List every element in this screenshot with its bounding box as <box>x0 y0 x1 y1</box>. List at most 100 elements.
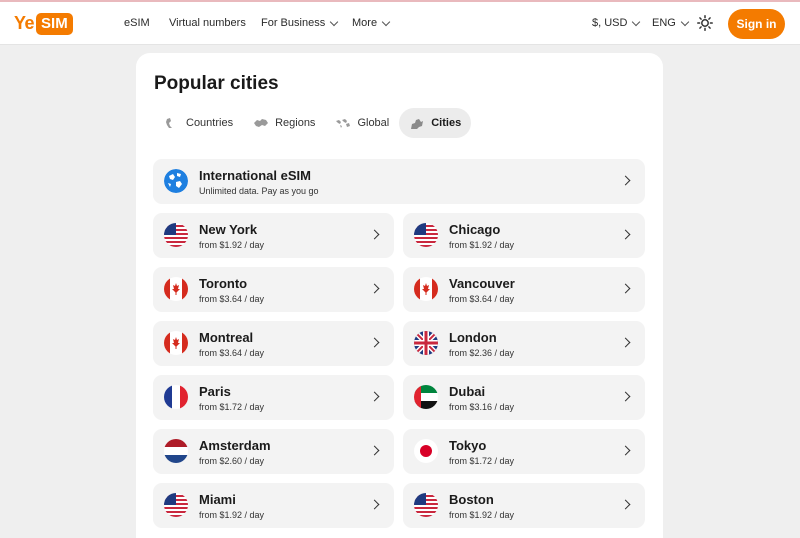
chevron-right-icon <box>620 229 631 240</box>
city-item-tokyo[interactable]: Tokyo from $1.72 / day <box>403 429 645 474</box>
top-navigation-bar: Ye SIM eSIM Virtual numbers For Business… <box>0 2 800 45</box>
tab-global-label: Global <box>357 117 390 129</box>
nav-virtual-numbers-label: Virtual numbers <box>169 17 246 29</box>
city-name: Tokyo <box>449 438 487 453</box>
city-name: New York <box>199 222 258 237</box>
chevron-right-icon <box>369 499 380 510</box>
chevron-right-icon <box>620 445 631 456</box>
international-esim-subtitle: Unlimited data. Pay as you go <box>199 186 319 196</box>
page-title: Popular cities <box>154 73 279 94</box>
region-map-icon <box>254 119 269 127</box>
nav-esim[interactable]: eSIM <box>124 17 150 29</box>
popular-cities-card: Popular cities Countries Regions Global … <box>136 53 663 538</box>
sign-in-button[interactable]: Sign in <box>728 9 785 39</box>
city-price: from $2.60 / day <box>199 456 265 466</box>
france-flag-icon <box>164 385 188 409</box>
tab-cities[interactable]: Cities <box>399 108 472 138</box>
city-name: Boston <box>449 492 494 507</box>
city-price: from $1.72 / day <box>449 456 515 466</box>
city-name: Chicago <box>449 222 501 237</box>
chevron-down-icon <box>329 17 339 26</box>
nav-virtual-numbers[interactable]: Virtual numbers <box>169 17 246 29</box>
city-price: from $2.36 / day <box>449 348 515 358</box>
city-item-montreal[interactable]: Montreal from $3.64 / day <box>153 321 394 366</box>
city-item-new-york[interactable]: New York from $1.92 / day <box>153 213 394 258</box>
tab-global[interactable]: Global <box>325 108 399 138</box>
city-item-london[interactable]: London from $2.36 / day <box>403 321 645 366</box>
city-icon <box>411 119 424 129</box>
city-price: from $1.92 / day <box>449 510 515 520</box>
city-item-paris[interactable]: Paris from $1.72 / day <box>153 375 394 420</box>
language-selector[interactable]: ENG <box>652 17 690 29</box>
tab-countries[interactable]: Countries <box>154 108 243 138</box>
city-item-amsterdam[interactable]: Amsterdam from $2.60 / day <box>153 429 394 474</box>
nav-for-business-label: For Business <box>261 17 326 29</box>
city-item-miami[interactable]: Miami from $1.92 / day <box>153 483 394 528</box>
city-price: from $3.64 / day <box>199 348 265 358</box>
city-item-boston[interactable]: Boston from $1.92 / day <box>403 483 645 528</box>
city-price: from $1.92 / day <box>449 240 515 250</box>
destination-tabs: Countries Regions Global Cities <box>154 108 472 138</box>
chevron-right-icon <box>620 283 631 294</box>
nav-more[interactable]: More <box>352 17 391 29</box>
chevron-right-icon <box>369 283 380 294</box>
us-flag-icon <box>414 493 438 517</box>
city-item-toronto[interactable]: Toronto from $3.64 / day <box>153 267 394 312</box>
map-icon <box>166 118 172 128</box>
canada-flag-icon <box>164 331 188 355</box>
city-price: from $1.72 / day <box>199 402 265 412</box>
theme-toggle-sun-icon[interactable] <box>697 15 713 31</box>
city-name: London <box>449 330 497 345</box>
international-esim-item[interactable]: International eSIM Unlimited data. Pay a… <box>153 159 645 204</box>
city-price: from $1.92 / day <box>199 510 265 520</box>
tab-countries-label: Countries <box>186 117 234 129</box>
canada-flag-icon <box>164 277 188 301</box>
canada-flag-icon <box>414 277 438 301</box>
tab-regions[interactable]: Regions <box>243 108 325 138</box>
language-label: ENG <box>652 17 676 29</box>
currency-label: $, USD <box>592 17 628 29</box>
city-price: from $1.92 / day <box>199 240 265 250</box>
chevron-right-icon <box>369 391 380 402</box>
chevron-right-icon <box>369 445 380 456</box>
logo-sim-badge: SIM <box>36 12 73 35</box>
city-name: Paris <box>199 384 231 399</box>
us-flag-icon <box>414 223 438 247</box>
city-price: from $3.64 / day <box>449 294 515 304</box>
japan-flag-icon <box>414 439 438 463</box>
logo-ye-text: Ye <box>14 13 35 33</box>
city-name: Vancouver <box>449 276 515 291</box>
city-item-vancouver[interactable]: Vancouver from $3.64 / day <box>403 267 645 312</box>
chevron-down-icon <box>632 17 641 26</box>
nav-for-business[interactable]: For Business <box>261 17 339 29</box>
us-flag-icon <box>164 223 188 247</box>
international-esim-title: International eSIM <box>199 168 311 183</box>
world-map-icon <box>336 119 351 128</box>
chevron-right-icon <box>620 175 631 186</box>
tab-cities-label: Cities <box>431 117 462 129</box>
chevron-right-icon <box>620 499 631 510</box>
chevron-right-icon <box>620 391 631 402</box>
nav-more-label: More <box>352 17 378 29</box>
city-name: Dubai <box>449 384 486 399</box>
chevron-right-icon <box>369 337 380 348</box>
globe-icon <box>164 169 188 193</box>
nav-esim-label: eSIM <box>124 17 150 29</box>
currency-selector[interactable]: $, USD <box>592 17 641 29</box>
chevron-down-icon <box>680 17 690 26</box>
uae-flag-icon <box>414 385 438 409</box>
city-item-dubai[interactable]: Dubai from $3.16 / day <box>403 375 645 420</box>
tab-regions-label: Regions <box>275 117 316 129</box>
city-price: from $3.16 / day <box>449 402 515 412</box>
city-price: from $3.64 / day <box>199 294 265 304</box>
chevron-down-icon <box>381 17 391 26</box>
netherlands-flag-icon <box>164 439 188 463</box>
chevron-right-icon <box>369 229 380 240</box>
us-flag-icon <box>164 493 188 517</box>
city-item-chicago[interactable]: Chicago from $1.92 / day <box>403 213 645 258</box>
uk-flag-icon <box>414 331 438 355</box>
chevron-right-icon <box>620 337 631 348</box>
yesim-logo[interactable]: Ye SIM <box>14 12 73 35</box>
city-name: Montreal <box>199 330 254 345</box>
city-name: Amsterdam <box>199 438 271 453</box>
